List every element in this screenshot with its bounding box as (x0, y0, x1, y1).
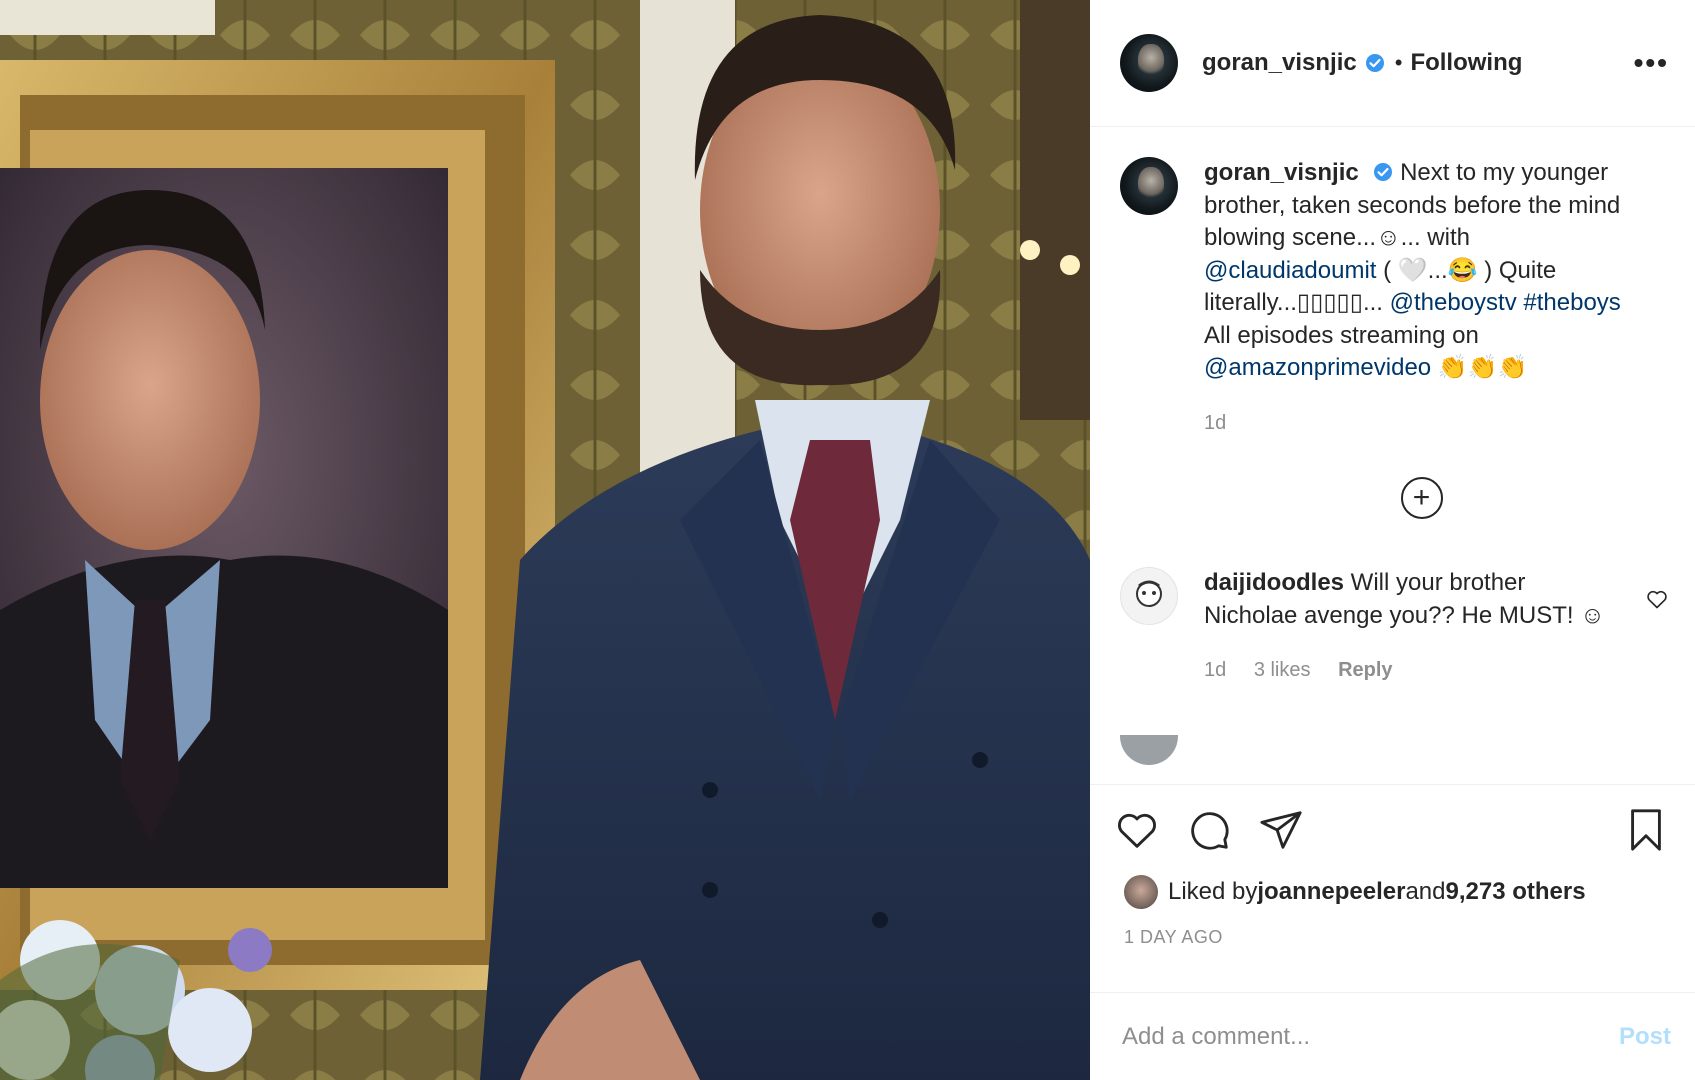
comments-section[interactable]: goran_visnjic Next to my younger brother… (1090, 127, 1695, 784)
next-comment-partial (1120, 734, 1669, 765)
comment-heart-icon[interactable] (1645, 587, 1669, 611)
following-button[interactable]: Following (1410, 49, 1522, 77)
add-comment-bar: Post (1090, 992, 1695, 1080)
caption-time[interactable]: 1d (1204, 412, 1226, 434)
comment-item: daijidoodles Will your brother Nicholae … (1120, 567, 1669, 687)
caption-meta: 1d (1204, 407, 1624, 440)
post-side-panel: goran_visnjic • Following ••• goran_visn… (1090, 0, 1695, 1080)
author-avatar[interactable] (1120, 34, 1178, 92)
reply-button[interactable]: Reply (1338, 659, 1392, 681)
caption-username[interactable]: goran_visnjic (1204, 159, 1359, 186)
commenter-avatar[interactable] (1120, 567, 1178, 625)
load-more-comments: + (1120, 477, 1669, 519)
commenter-avatar[interactable] (1120, 734, 1178, 765)
likes-summary: Liked by joannepeeler and 9,273 others (1114, 875, 1671, 909)
comment-icon[interactable] (1186, 807, 1232, 853)
caption: goran_visnjic Next to my younger brother… (1120, 157, 1669, 439)
mention-link[interactable]: @amazonprimevideo (1204, 354, 1431, 381)
commenter-username[interactable]: daijidoodles (1204, 569, 1344, 596)
caption-text: goran_visnjic Next to my younger brother… (1204, 157, 1624, 439)
mention-link[interactable]: @claudiadoumit (1204, 257, 1376, 284)
bookmark-icon[interactable] (1623, 807, 1669, 853)
verified-badge-icon (1374, 163, 1393, 181)
instagram-post: goran_visnjic • Following ••• goran_visn… (0, 0, 1695, 1080)
action-icons (1114, 807, 1671, 853)
post-photo-illustration (0, 0, 1090, 1080)
comment-input[interactable] (1120, 1021, 1619, 1052)
verified-badge-icon (1365, 54, 1384, 72)
comment-meta: 1d 3 likes Reply (1204, 654, 1624, 687)
comment-likes[interactable]: 3 likes (1254, 659, 1311, 681)
likes-others[interactable]: 9,273 others (1446, 878, 1586, 906)
post-photo[interactable] (0, 0, 1090, 1080)
cartoon-avatar-icon (1136, 580, 1162, 607)
more-options-icon[interactable]: ••• (1634, 47, 1669, 79)
post-timestamp[interactable]: 1 DAY AGO (1124, 927, 1671, 948)
mention-link[interactable]: @theboystv (1390, 289, 1517, 316)
comment-time[interactable]: 1d (1204, 659, 1226, 681)
post-comment-button[interactable]: Post (1619, 1023, 1671, 1051)
author-username[interactable]: goran_visnjic (1202, 49, 1357, 77)
liker-username[interactable]: joannepeeler (1257, 878, 1405, 906)
header-separator: • (1394, 50, 1403, 75)
post-header: goran_visnjic • Following ••• (1090, 0, 1695, 127)
share-icon[interactable] (1258, 807, 1304, 853)
heart-icon[interactable] (1114, 807, 1160, 853)
liker-avatar[interactable] (1124, 875, 1158, 909)
caption-author-avatar[interactable] (1120, 157, 1178, 215)
caption-text-part: All episodes streaming on (1204, 321, 1479, 349)
caption-text-part: 👏👏👏 (1431, 354, 1528, 381)
likes-middle: and (1405, 878, 1446, 905)
post-actions: Liked by joannepeeler and 9,273 others 1… (1090, 784, 1695, 992)
comment-body: daijidoodles Will your brother Nicholae … (1204, 567, 1624, 687)
likes-prefix: Liked by (1168, 878, 1258, 905)
hashtag-link[interactable]: #theboys (1523, 289, 1620, 316)
plus-circle-icon[interactable]: + (1400, 477, 1443, 519)
